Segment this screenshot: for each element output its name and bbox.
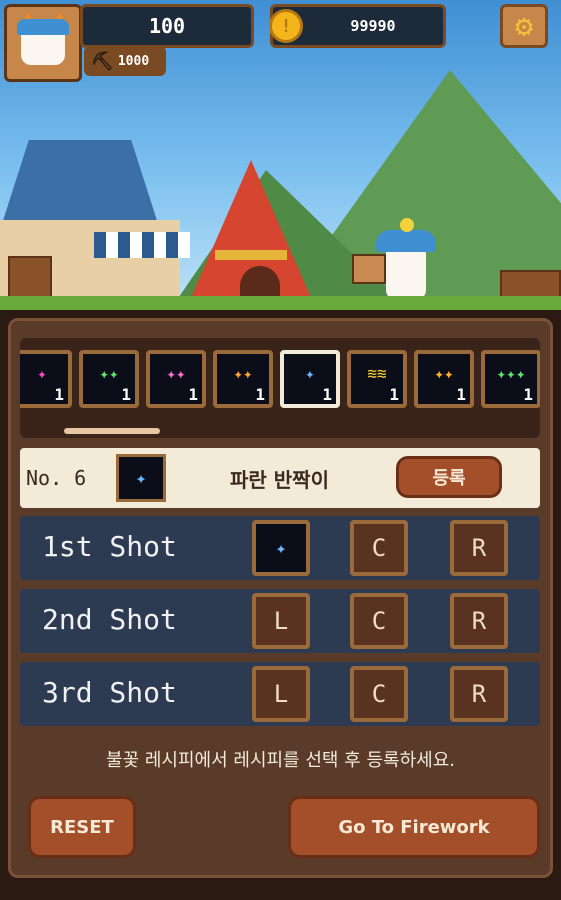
shot-1-right-slot[interactable]: R — [450, 520, 508, 576]
go-to-firework-button[interactable]: Go To Firework — [288, 796, 540, 858]
recipe-number: No. 6 — [26, 466, 87, 490]
shot-label: 2nd Shot — [42, 603, 177, 636]
slot-count: 1 — [255, 385, 265, 404]
ground — [0, 296, 561, 310]
game-scene: 100 ⛏ 1000 ! 99990 ⚙ — [0, 0, 561, 310]
firework-slot[interactable]: ✦✦ 1 — [414, 350, 474, 408]
shot-1-center-slot[interactable]: C — [350, 520, 408, 576]
firework-slot[interactable]: ✦✦✦ 1 — [481, 350, 540, 408]
shot-3-left-slot[interactable]: L — [252, 666, 310, 722]
recipe-name: 파란 반짝이 — [230, 468, 329, 492]
slot-count: 1 — [121, 385, 131, 404]
firework-slot[interactable]: ✦ 1 — [20, 350, 72, 408]
tent-door — [240, 266, 280, 300]
firework-slot[interactable]: ✦✦ 1 — [213, 350, 273, 408]
sparkle-icon: ✦✦ — [99, 364, 119, 383]
sparkle-icon: ✦ — [305, 364, 315, 383]
inventory-strip[interactable]: ✦ 1 ✦✦ 1 ✦✦ 1 ✦✦ 1 ✦ 1 ≋≋ 1 ✦✦ 1 ✦✦✦ 1 — [20, 338, 540, 438]
sparkle-icon: ≋≋ — [367, 364, 387, 383]
instruction-text: 불꽃 레시피에서 레시피를 선택 후 등록하세요. — [106, 750, 455, 771]
sparkle-icon: ✦✦ — [434, 364, 454, 383]
slot-count: 1 — [54, 385, 64, 404]
firework-slot[interactable]: ≋≋ 1 — [347, 350, 407, 408]
shot-2-center-slot[interactable]: C — [350, 593, 408, 649]
slot-count: 1 — [456, 385, 466, 404]
slot-count: 1 — [523, 385, 533, 404]
shop-awning — [94, 232, 190, 258]
sparkle-icon: ✦✦✦ — [496, 364, 526, 383]
shot-label: 3rd Shot — [42, 676, 177, 709]
pickaxe-icon: ⛏ — [91, 50, 114, 72]
shot-1-left-slot[interactable]: ✦ — [252, 520, 310, 576]
coin-icon: ! — [269, 9, 303, 43]
slot-count: 1 — [389, 385, 399, 404]
coin-counter: ! 99990 — [269, 4, 446, 48]
shot-2-right-slot[interactable]: R — [450, 593, 508, 649]
blue-sparkle-icon: ✦ — [116, 454, 166, 502]
sparkle-icon: ✦✦ — [233, 364, 253, 383]
shot-3-right-slot[interactable]: R — [450, 666, 508, 722]
hp-display: 100 — [80, 4, 254, 48]
shot-row-1: 1st Shot ✦ C R — [20, 516, 540, 580]
cat-miner-character[interactable] — [376, 214, 436, 300]
register-button[interactable]: 등록 — [396, 456, 502, 498]
player-avatar[interactable] — [4, 4, 82, 82]
slot-count: 1 — [188, 385, 198, 404]
crate — [8, 256, 52, 300]
reset-button[interactable]: RESET — [28, 796, 136, 858]
shot-row-2: 2nd Shot L C R — [20, 589, 540, 653]
firework-slot[interactable]: ✦✦ 1 — [146, 350, 206, 408]
shot-row-3: 3rd Shot L C R — [20, 662, 540, 726]
sparkle-icon: ✦✦ — [166, 364, 186, 383]
shop-roof — [0, 140, 160, 230]
tent-band — [215, 250, 287, 260]
shot-2-left-slot[interactable]: L — [252, 593, 310, 649]
firework-slot[interactable]: ✦ 1 — [280, 350, 340, 408]
shot-label: 1st Shot — [42, 530, 177, 563]
sparkle-icon: ✦ — [37, 364, 47, 383]
firework-slot[interactable]: ✦✦ 1 — [79, 350, 139, 408]
shot-3-center-slot[interactable]: C — [350, 666, 408, 722]
settings-gear-icon[interactable]: ⚙ — [500, 4, 548, 48]
pickaxe-counter: ⛏ 1000 — [84, 46, 166, 76]
slot-count: 1 — [322, 385, 332, 404]
inventory-scrollbar[interactable] — [64, 428, 160, 434]
